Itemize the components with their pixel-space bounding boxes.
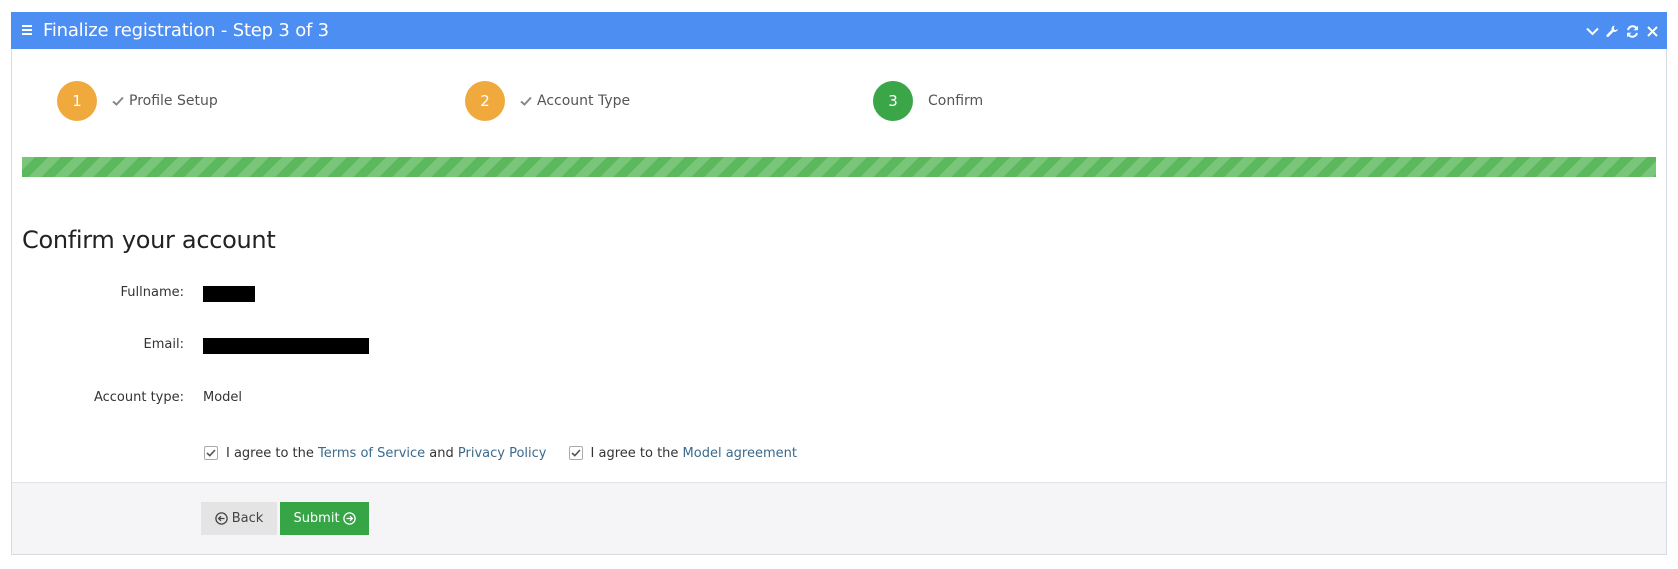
agreements-row: I agree to the Terms of Service and Priv… <box>204 445 819 461</box>
check-icon <box>112 96 124 106</box>
redacted-value <box>203 338 369 354</box>
agreement-text: I agree to the <box>226 445 314 461</box>
panel-title: Finalize registration - Step 3 of 3 <box>43 20 329 41</box>
field-value: Model <box>203 390 243 405</box>
agreement-terms: I agree to the Terms of Service and Priv… <box>204 446 547 461</box>
registration-panel: Finalize registration - Step 3 of 3 1 Pr… <box>11 12 1667 555</box>
wizard-steps: 1 Profile Setup 2 Account Type 3 Confirm <box>12 47 1666 157</box>
close-icon[interactable] <box>1645 22 1659 40</box>
terms-checkbox[interactable] <box>204 446 218 460</box>
step-label: Confirm <box>928 93 984 109</box>
agreement-text: I agree to the <box>590 445 679 461</box>
step-number-badge: 2 <box>465 81 505 121</box>
step-label: Account Type <box>537 93 631 109</box>
back-label: Back <box>231 511 264 526</box>
step-confirm: 3 Confirm <box>873 81 983 121</box>
model-agreement-link[interactable]: Model agreement <box>683 446 797 461</box>
wrench-icon[interactable] <box>1605 22 1619 40</box>
terms-of-service-link[interactable]: Terms of Service <box>318 446 425 461</box>
section-title: Confirm your account <box>22 226 276 254</box>
check-icon <box>520 96 532 106</box>
redacted-value <box>203 286 255 302</box>
refresh-icon[interactable] <box>1625 22 1639 40</box>
submit-button[interactable]: Submit <box>280 502 369 535</box>
step-number-badge: 3 <box>873 81 913 121</box>
field-fullname: Fullname: <box>12 283 812 303</box>
submit-label: Submit <box>293 511 340 526</box>
header-tools <box>1585 21 1659 41</box>
agreement-text: and <box>429 445 454 461</box>
panel-footer: Back Submit <box>12 482 1666 554</box>
arrow-right-circle-icon <box>342 512 356 525</box>
model-agreement-checkbox[interactable] <box>568 446 583 460</box>
agreement-model: I agree to the Model agreement <box>568 445 797 461</box>
field-account-type: Account type: Model <box>12 388 812 408</box>
privacy-policy-link[interactable]: Privacy Policy <box>458 446 547 461</box>
check-icon <box>206 449 216 457</box>
back-button[interactable]: Back <box>201 502 277 535</box>
field-label: Account type: <box>93 390 184 405</box>
arrow-left-circle-icon <box>214 512 228 525</box>
field-email: Email: <box>12 335 812 355</box>
field-label: Fullname: <box>120 285 184 300</box>
hamburger-icon[interactable] <box>22 25 32 35</box>
progress-bar <box>22 157 1656 177</box>
step-number-badge: 1 <box>57 81 97 121</box>
field-label: Email: <box>143 337 184 352</box>
step-profile-setup: 1 Profile Setup <box>57 81 218 121</box>
step-account-type: 2 Account Type <box>465 81 630 121</box>
panel-header: Finalize registration - Step 3 of 3 <box>11 12 1667 49</box>
step-label: Profile Setup <box>129 93 218 109</box>
chevron-down-icon[interactable] <box>1585 22 1599 40</box>
check-icon <box>570 449 581 457</box>
